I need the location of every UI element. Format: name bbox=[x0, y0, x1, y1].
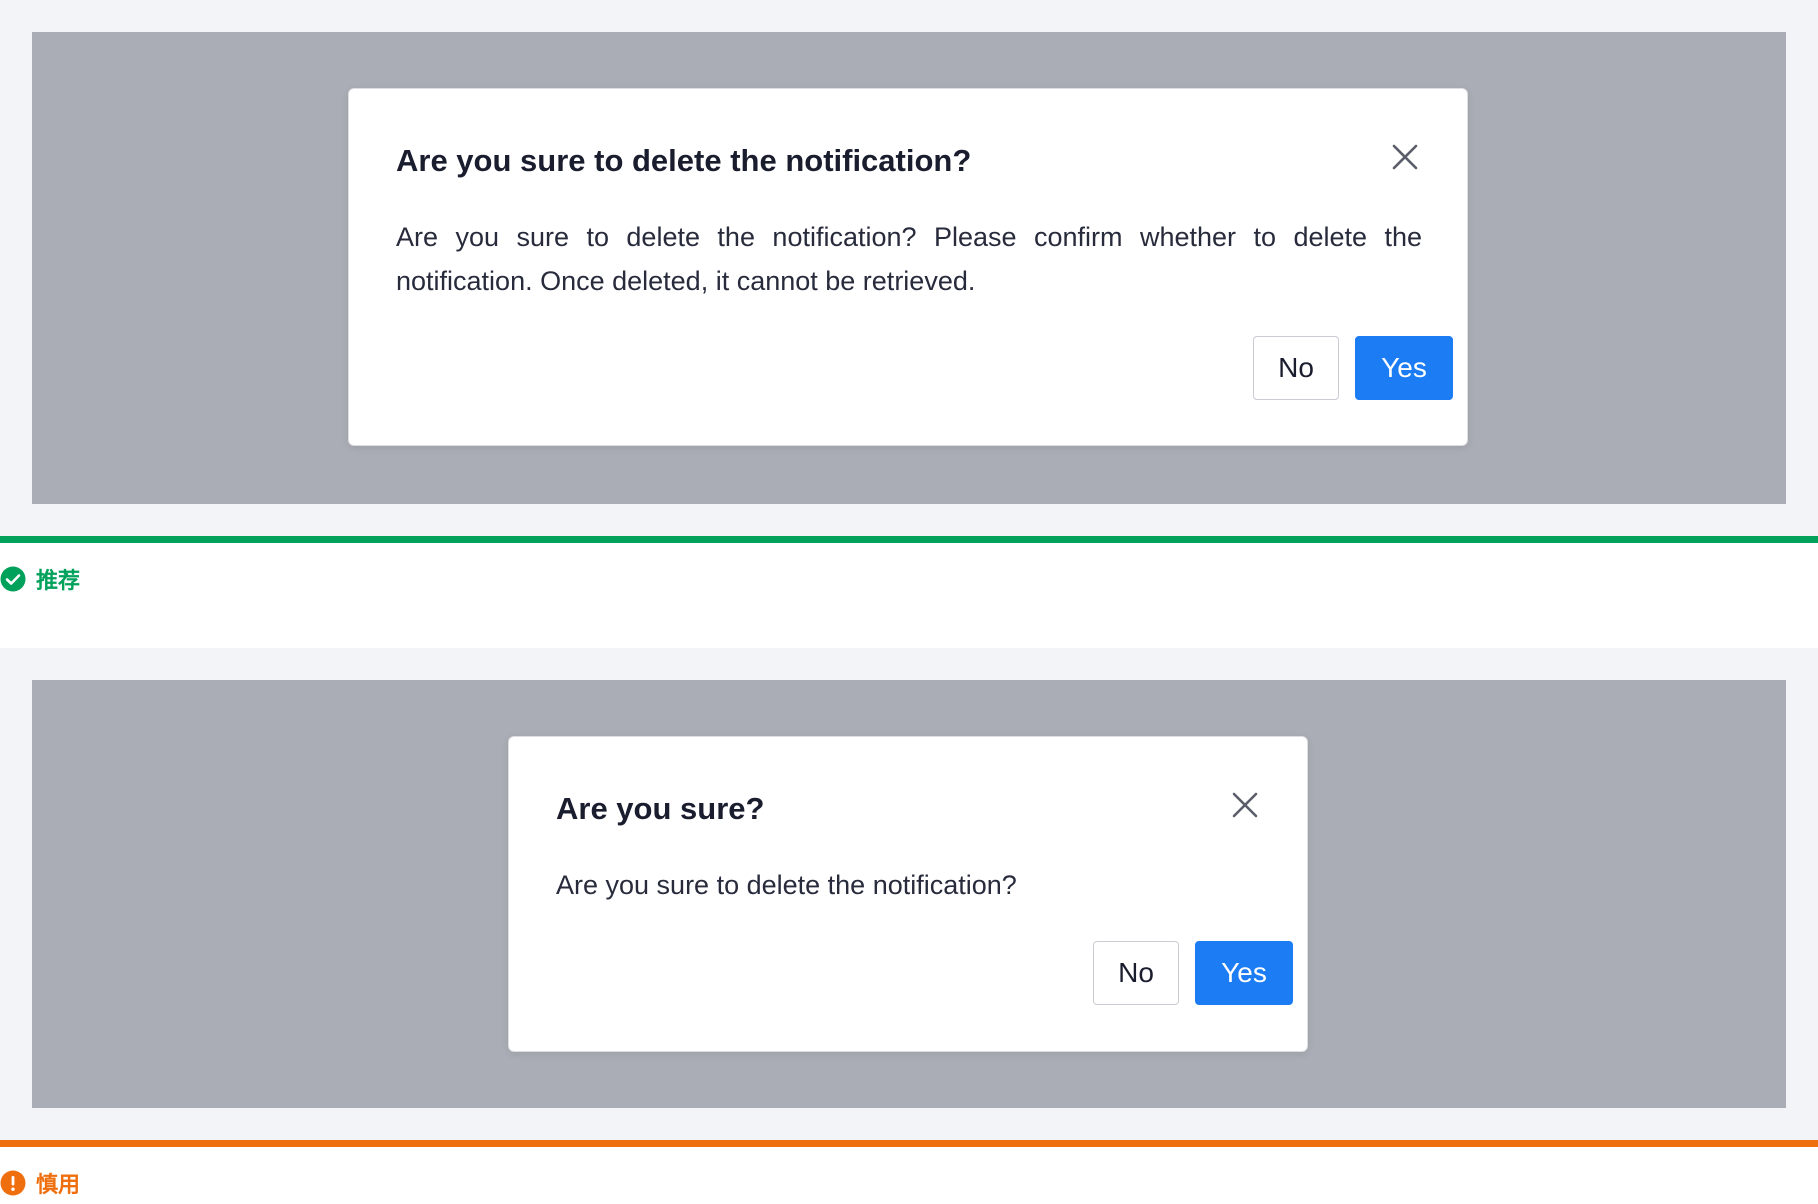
yes-button[interactable]: Yes bbox=[1355, 336, 1453, 400]
no-button[interactable]: No bbox=[1253, 336, 1339, 400]
close-button[interactable] bbox=[1389, 141, 1421, 173]
modal-overlay: Are you sure to delete the notification?… bbox=[32, 32, 1786, 504]
verdict-label: 推荐 bbox=[36, 568, 81, 593]
close-icon bbox=[1232, 792, 1258, 818]
example-recommended: Are you sure to delete the notification?… bbox=[0, 0, 1818, 536]
exclamation-circle-icon bbox=[0, 1170, 26, 1196]
check-circle-icon bbox=[0, 566, 26, 592]
caution-divider bbox=[0, 1140, 1818, 1147]
verdict-recommend: 推荐 bbox=[0, 563, 80, 595]
no-button[interactable]: No bbox=[1093, 941, 1179, 1005]
dialog-body: Are you sure to delete the notification? bbox=[556, 870, 1017, 900]
close-button[interactable] bbox=[1229, 789, 1261, 821]
confirm-dialog: Are you sure? Are you sure to delete the… bbox=[508, 736, 1308, 1052]
verdict-caution: 慎用 bbox=[0, 1167, 80, 1199]
example-caution: Are you sure? Are you sure to delete the… bbox=[0, 648, 1818, 1144]
dialog-title: Are you sure? bbox=[556, 791, 765, 826]
verdict-label: 慎用 bbox=[36, 1172, 81, 1197]
modal-overlay: Are you sure? Are you sure to delete the… bbox=[32, 680, 1786, 1108]
dialog-body: Are you sure to delete the notification?… bbox=[396, 222, 1422, 296]
yes-button[interactable]: Yes bbox=[1195, 941, 1293, 1005]
confirm-dialog: Are you sure to delete the notification?… bbox=[348, 88, 1468, 446]
recommend-divider bbox=[0, 536, 1818, 543]
close-icon bbox=[1392, 144, 1418, 170]
dialog-title: Are you sure to delete the notification? bbox=[396, 143, 972, 178]
